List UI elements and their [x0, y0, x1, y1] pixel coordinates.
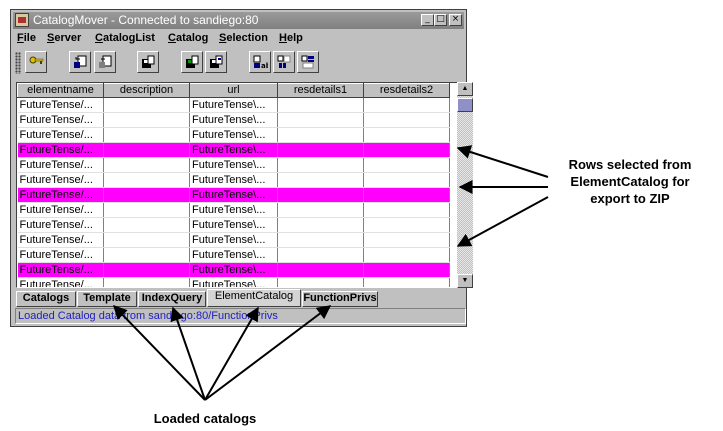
arrow-to-functionprivs-tab	[204, 305, 332, 401]
arrow-to-template-tab	[113, 304, 206, 401]
arrow-to-row-1	[456, 145, 549, 178]
arrow-to-indexquery-tab	[170, 306, 206, 401]
annotation-arrows	[113, 145, 549, 401]
arrow-to-row-3	[456, 196, 549, 247]
arrow-to-elementcatalog-tab	[204, 306, 259, 401]
